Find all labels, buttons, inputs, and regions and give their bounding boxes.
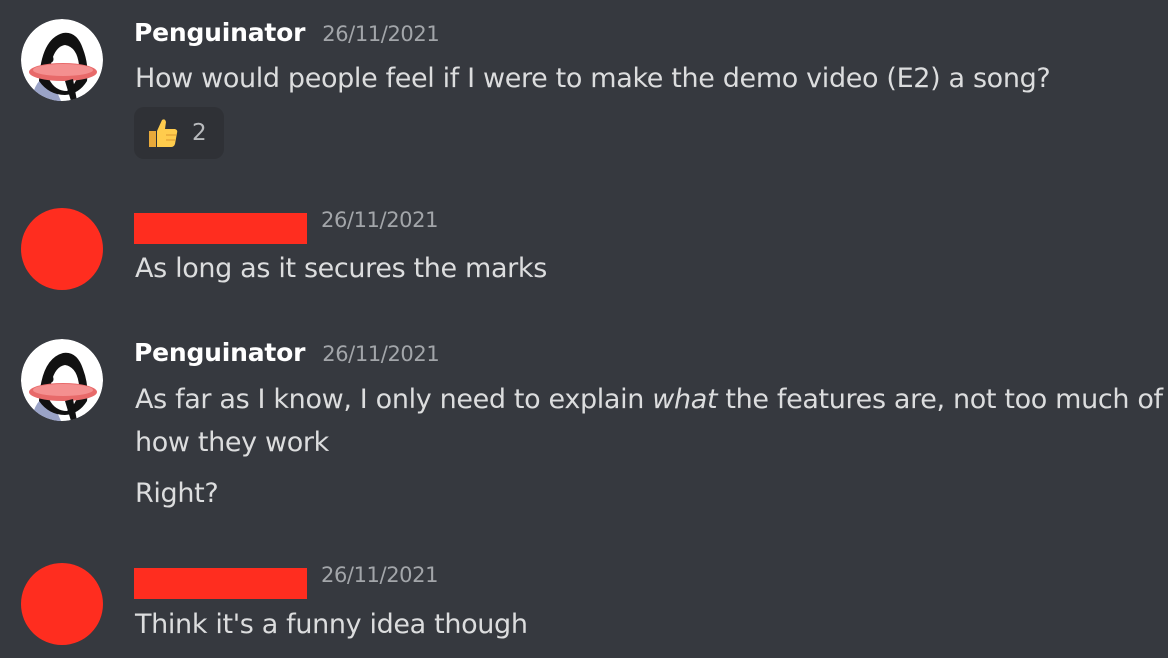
redacted-username[interactable] — [134, 567, 307, 599]
penguin-avatar[interactable] — [21, 19, 103, 101]
message-text: Think it's a funny idea though — [135, 609, 528, 640]
timestamp[interactable]: 26/11/2021 — [322, 342, 439, 366]
redacted-avatar[interactable] — [21, 208, 103, 290]
message-text: As long as it secures the marks — [135, 253, 547, 284]
username[interactable]: Penguinator — [134, 338, 305, 367]
timestamp[interactable]: 26/11/2021 — [321, 208, 438, 232]
message-text-part: the features are, not too much of — [725, 384, 1163, 415]
message-header: Penguinator 26/11/2021 — [134, 18, 440, 58]
username[interactable]: Penguinator — [134, 18, 305, 47]
message-text-italic: what — [652, 384, 718, 415]
message-header: 26/11/2021 — [134, 563, 438, 603]
penguin-avatar[interactable] — [21, 339, 103, 421]
timestamp[interactable]: 26/11/2021 — [322, 22, 439, 46]
message-text-part: As far as I know, I only need to explain — [135, 384, 645, 415]
thumbs-up-icon — [149, 119, 178, 147]
message-text: As far as I know, I only need to explain… — [135, 384, 1163, 415]
message-header: Penguinator 26/11/2021 — [134, 338, 440, 378]
timestamp[interactable]: 26/11/2021 — [321, 563, 438, 587]
redacted-username[interactable] — [134, 212, 307, 244]
reaction-count: 2 — [192, 120, 207, 146]
chat-message-list: Penguinator 26/11/2021 How would people … — [0, 0, 1168, 658]
message-text: Right? — [135, 478, 219, 509]
message-text: how they work — [135, 427, 329, 458]
message-text: How would people feel if I were to make … — [135, 63, 1051, 94]
reaction-button[interactable]: 2 — [134, 107, 224, 159]
redacted-avatar[interactable] — [21, 563, 103, 645]
message-header: 26/11/2021 — [134, 208, 438, 248]
